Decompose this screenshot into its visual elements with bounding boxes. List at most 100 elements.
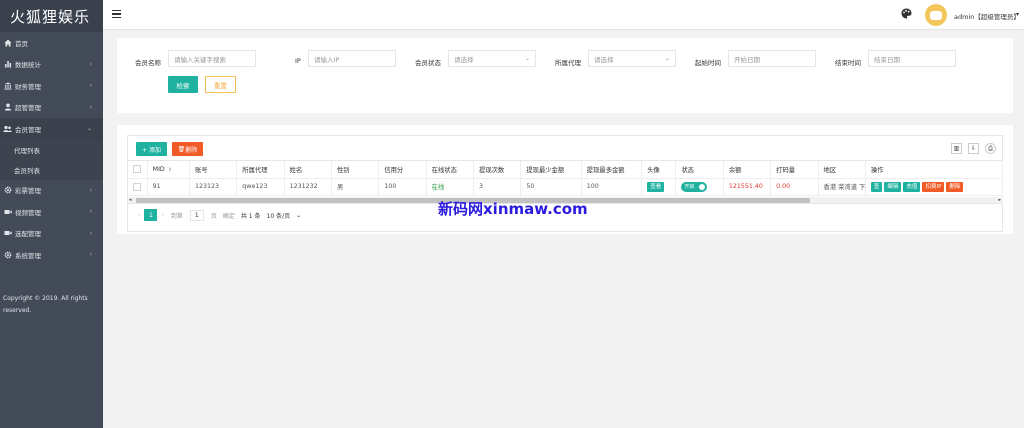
- select-all-checkbox[interactable]: [128, 161, 148, 179]
- ip-input[interactable]: 请输入IP: [308, 50, 396, 67]
- column-header: 账号: [189, 161, 238, 179]
- chevron-right-icon: ›: [89, 60, 92, 68]
- add-button[interactable]: + 添加: [136, 142, 167, 156]
- copyright-text: Copyright © 2019. All rights reserved.: [3, 295, 88, 314]
- pagination: ‹ 1 › 到第 1 页 确定 共 1 条 10 条/页 ⌄: [134, 209, 304, 221]
- next-page-icon[interactable]: ›: [161, 212, 163, 219]
- search-button[interactable]: 检索: [168, 76, 198, 93]
- column-header: 头像: [641, 161, 677, 179]
- deduct-ip-button[interactable]: 扣费IP: [922, 181, 945, 192]
- gear-icon: [3, 250, 12, 259]
- sidebar-subitem-label: 代理列表: [14, 146, 40, 155]
- reset-button[interactable]: 重置: [205, 76, 236, 93]
- top-header: admin【超级管理员】 ▾: [103, 0, 1024, 30]
- table-header-row: MID ⇕ 账号 所属代理 姓名 性别 信用分 在线状态 提现次数 提现最少金额 …: [128, 161, 1004, 179]
- goto-label: 到第: [170, 212, 183, 220]
- sidebar-subitem-label: 会员列表: [14, 166, 40, 175]
- bar-chart-icon: [3, 60, 12, 69]
- cell-online-status: 在线: [426, 178, 475, 196]
- cell-withdraw-max: 100: [581, 178, 643, 196]
- columns-filter-icon[interactable]: ▥: [951, 143, 962, 154]
- sidebar-item-label: 视频管理: [15, 208, 41, 217]
- delete-label: 删除: [185, 146, 198, 154]
- member-status-select[interactable]: 请选择 ⌄: [448, 50, 536, 67]
- print-icon[interactable]: ⎙: [985, 143, 996, 154]
- search-panel: 会员名称 请输入关键字搜索 IP 请输入IP 会员状态 请选择 ⌄ 所属代理 请…: [117, 38, 1013, 113]
- total-count: 共 1 条: [240, 212, 261, 220]
- cell-region: 香港 荣湾道 下: [818, 178, 866, 196]
- chevron-right-icon: ›: [89, 229, 92, 237]
- cell-name: 1231232: [284, 178, 332, 196]
- scroll-left-icon[interactable]: ◂: [129, 197, 132, 203]
- sidebar-item-stats[interactable]: 数据统计 ›: [0, 54, 103, 76]
- cell-withdraw-count: 3: [473, 178, 522, 196]
- user-name-label[interactable]: admin【超级管理员】: [954, 11, 1020, 21]
- column-header: 在线状态: [426, 161, 475, 179]
- palette-icon[interactable]: [901, 8, 913, 20]
- member-name-input[interactable]: 请输入关键字搜索: [168, 50, 256, 67]
- sidebar-item-lottery[interactable]: 彩票管理 ›: [0, 180, 103, 202]
- prev-page-icon[interactable]: ‹: [138, 212, 140, 219]
- row-checkbox[interactable]: [128, 178, 148, 196]
- sidebar-item-system[interactable]: 系统管理 ›: [0, 244, 103, 266]
- page-size-select[interactable]: 10 条/页: [267, 211, 291, 220]
- sidebar-item-home[interactable]: 首页: [0, 32, 103, 54]
- table-toolbar: + 添加 🗑 删除 ▥ ⇩ ⎙: [128, 136, 1002, 161]
- sidebar-item-select[interactable]: 选配管理 ›: [0, 223, 103, 245]
- recharge-button[interactable]: 充值: [903, 181, 921, 192]
- chevron-down-icon: ⌄: [664, 55, 670, 62]
- sidebar-item-video[interactable]: 视频管理 ›: [0, 201, 103, 223]
- chevron-down-icon: ⌄: [86, 125, 92, 132]
- sidebar-subitem-agent-list[interactable]: 代理列表: [0, 139, 103, 160]
- cell-actions: 查 编辑 充值 扣费IP 删除: [865, 178, 1004, 196]
- status-toggle[interactable]: 开启: [681, 181, 708, 192]
- sidebar-item-finance[interactable]: 财务管理 ›: [0, 75, 103, 97]
- delete-row-button[interactable]: 删除: [946, 181, 964, 192]
- scroll-right-icon[interactable]: ▸: [998, 197, 1001, 203]
- current-page[interactable]: 1: [144, 209, 158, 221]
- end-date-input[interactable]: 结束日期: [868, 50, 956, 67]
- sidebar: 火狐狸娱乐 首页 数据统计 › 财务管理 › 超管管理 › 会员管理 ⌄ 代理列…: [0, 0, 103, 428]
- edit-button[interactable]: 编辑: [884, 181, 902, 192]
- column-header[interactable]: MID ⇕: [147, 161, 190, 179]
- sidebar-item-superadmin[interactable]: 超管管理 ›: [0, 97, 103, 119]
- page-number-input[interactable]: 1: [189, 209, 204, 221]
- sidebar-item-label: 超管管理: [15, 104, 41, 113]
- chevron-right-icon: ›: [89, 208, 92, 215]
- select-placeholder: 请选择: [594, 55, 614, 64]
- detail-button[interactable]: 查: [870, 181, 883, 192]
- start-time-label: 起始时间: [695, 59, 721, 67]
- member-status-label: 会员状态: [415, 59, 441, 67]
- cell-agent: qwe123: [236, 178, 285, 196]
- video-icon: [3, 207, 12, 216]
- sidebar-subitem-member-list[interactable]: 会员列表: [0, 159, 103, 180]
- agent-select[interactable]: 请选择 ⌄: [588, 50, 676, 67]
- confirm-button[interactable]: 确定: [223, 211, 235, 220]
- sidebar-item-label: 首页: [15, 39, 28, 48]
- gear-icon: [3, 186, 12, 195]
- page-unit-label: 页: [210, 212, 217, 220]
- avatar[interactable]: [925, 4, 947, 26]
- agent-label: 所属代理: [555, 59, 581, 67]
- chevron-right-icon: ›: [89, 103, 92, 111]
- sidebar-item-label: 选配管理: [15, 230, 41, 239]
- caret-down-icon[interactable]: ▾: [1016, 11, 1019, 18]
- user-icon: [3, 103, 12, 112]
- ip-label: IP: [295, 57, 301, 65]
- column-header: 提现最少金额: [520, 161, 582, 179]
- cell-withdraw-min: 50: [520, 178, 582, 196]
- menu-toggle-icon[interactable]: [112, 10, 121, 20]
- column-header: 提现最多金额: [581, 161, 643, 179]
- cell-balance: 121551.40: [723, 178, 772, 196]
- sidebar-item-members[interactable]: 会员管理 ⌄: [0, 118, 103, 140]
- table-row: 91 123123 qwe123 1231232 男 100 在线 3 50 1…: [128, 178, 1004, 196]
- view-avatar-button[interactable]: 查看: [647, 181, 665, 192]
- video-icon: [3, 229, 12, 238]
- cell-status: 开启: [675, 178, 724, 196]
- delete-button[interactable]: 🗑 删除: [172, 142, 203, 156]
- start-date-input[interactable]: 开始日期: [728, 50, 816, 67]
- chevron-right-icon: ›: [89, 251, 92, 258]
- sidebar-item-label: 系统管理: [15, 251, 41, 260]
- export-icon[interactable]: ⇩: [968, 143, 979, 154]
- column-header: 地区: [818, 161, 866, 179]
